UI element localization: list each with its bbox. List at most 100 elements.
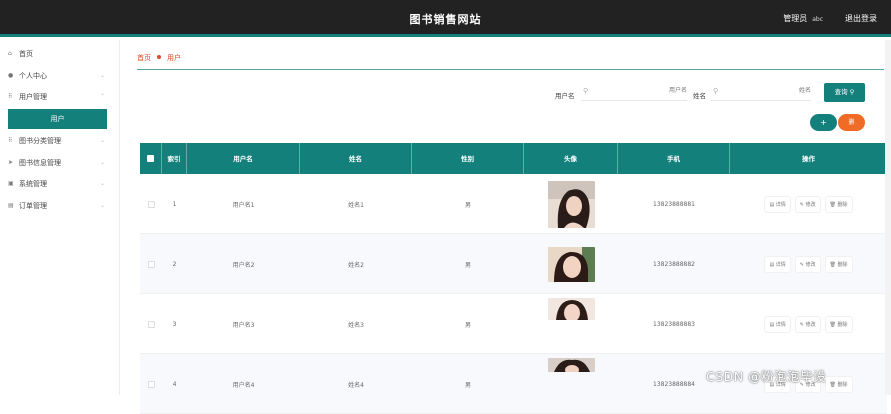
- avatar: [547, 180, 595, 228]
- logout-button[interactable]: 退出登录: [845, 13, 877, 24]
- table-row: 3 用户名3 姓名3 男 13823888883 ▤ 详情 ✎ 修改 🗑 删除: [140, 294, 887, 354]
- name-search-label: 姓名: [693, 92, 706, 100]
- username-search-field[interactable]: ⚲: [581, 85, 687, 101]
- row-phone: 13823888882: [653, 260, 695, 268]
- row-checkbox[interactable]: [147, 320, 155, 328]
- name-search-input[interactable]: [751, 87, 811, 94]
- chevron-up-icon: ⌃: [99, 93, 105, 100]
- username-search-input[interactable]: [627, 87, 687, 94]
- sidebar-item-label: 首页: [19, 50, 33, 58]
- add-button[interactable]: +: [810, 114, 837, 131]
- header-index: 索引: [162, 143, 187, 174]
- name-search-field[interactable]: ⚲: [711, 85, 811, 101]
- chevron-down-icon: ⌄: [99, 137, 105, 144]
- row-gender: 男: [464, 201, 471, 209]
- detail-button[interactable]: ▤ 详情: [765, 316, 790, 332]
- chevron-down-icon: ⌄: [99, 158, 105, 166]
- row-phone: 13823888883: [653, 320, 695, 328]
- delete-button[interactable]: 🗑 删除: [825, 316, 852, 332]
- sidebar-item-book-info[interactable]: ➤ 图书信息管理 ⌄: [0, 153, 119, 173]
- batch-delete-button[interactable]: 删: [838, 114, 865, 131]
- select-all-checkbox[interactable]: [147, 155, 154, 162]
- header-phone: 手机: [618, 143, 730, 174]
- detail-button[interactable]: ▤ 详情: [765, 196, 790, 212]
- delete-button[interactable]: 🗑 删除: [825, 196, 852, 212]
- sidebar-item-label: 系统管理: [19, 180, 47, 188]
- admin-label: 管理员: [783, 14, 808, 23]
- breadcrumb-current: 用户: [167, 54, 181, 62]
- row-gender: 男: [464, 381, 471, 389]
- sidebar-item-orders[interactable]: ▤ 订单管理 ⌄: [0, 196, 119, 216]
- sidebar-item-home[interactable]: ⌂ 首页: [0, 44, 119, 64]
- edit-button[interactable]: ✎ 修改: [795, 316, 820, 332]
- search-icon: ⚲: [713, 87, 719, 95]
- box-icon: ▣: [8, 180, 14, 187]
- detail-button[interactable]: ▤ 详情: [765, 256, 790, 272]
- header-actions: 操作: [802, 154, 815, 163]
- row-username: 用户名4: [232, 381, 255, 389]
- sidebar-item-label: 个人中心: [19, 71, 47, 80]
- scrollbar[interactable]: [885, 40, 891, 395]
- sidebar-item-profile[interactable]: ● 个人中心 ⌄: [0, 66, 119, 86]
- avatar: [547, 358, 595, 372]
- row-index: 3: [172, 320, 177, 328]
- row-name: 姓名4: [348, 381, 364, 389]
- chevron-down-icon: ⌄: [99, 201, 105, 209]
- edit-button[interactable]: ✎ 修改: [795, 196, 820, 212]
- row-username: 用户名3: [232, 321, 255, 329]
- header-avatar: 头像: [524, 143, 618, 174]
- sidebar-item-label: 图书信息管理: [19, 158, 61, 167]
- chevron-down-icon: ⌄: [99, 71, 105, 79]
- avatar-cell: [524, 294, 618, 354]
- send-icon: ➤: [8, 158, 14, 166]
- search-icon: ⚲: [849, 88, 855, 96]
- row-gender: 男: [464, 261, 471, 269]
- sidebar-item-system[interactable]: ▣ 系统管理 ⌄: [0, 174, 119, 194]
- watermark: CSDN @粉泡泡毕设: [706, 369, 827, 384]
- row-index: 2: [172, 260, 177, 268]
- breadcrumb-home[interactable]: 首页: [137, 54, 151, 62]
- sidebar-item-book-category[interactable]: ⠿ 图书分类管理 ⌄: [0, 131, 119, 151]
- row-name: 姓名3: [348, 321, 364, 329]
- table-header: 索引 用户名 姓名 性别 头像 手机 操作: [140, 143, 887, 174]
- sidebar-item-user-management[interactable]: ⠿ 用户管理 ⌃: [0, 87, 119, 107]
- avatar: [547, 298, 595, 320]
- row-index: 1: [172, 200, 177, 208]
- sidebar: ⌂ 首页 ● 个人中心 ⌄ ⠿ 用户管理 ⌃ 用户 ⠿ 图书分类管理 ⌄ ➤ 图…: [0, 40, 120, 395]
- row-actions: ▤ 详情 ✎ 修改 🗑 删除: [730, 174, 887, 234]
- row-name: 姓名1: [348, 201, 364, 209]
- delete-button[interactable]: 🗑 删除: [825, 256, 852, 272]
- query-button[interactable]: 查询 ⚲: [824, 83, 865, 102]
- breadcrumb-divider: [137, 69, 884, 70]
- username-search-label: 用户名: [555, 92, 575, 100]
- delete-button[interactable]: 🗑 删除: [825, 376, 852, 392]
- table-row: 2 用户名2 姓名2 男 13823888882 ▤ 详情 ✎ 修改 🗑 删除: [140, 234, 887, 294]
- row-index: 4: [172, 380, 177, 388]
- edit-button[interactable]: ✎ 修改: [795, 256, 820, 272]
- row-actions: ▤ 详情 ✎ 修改 🗑 删除: [730, 234, 887, 294]
- main-content: 首页 用户 用户名 ⚲ 姓名 ⚲ 查询 ⚲ + 删 索引 用户名 姓名 性别 头像…: [121, 40, 891, 414]
- header-gender: 性别: [412, 143, 524, 174]
- breadcrumb-dot-icon: [157, 55, 161, 59]
- row-checkbox[interactable]: [147, 260, 155, 268]
- user-icon: ●: [8, 71, 14, 79]
- row-checkbox[interactable]: [147, 380, 155, 388]
- row-gender: 男: [464, 321, 471, 329]
- select-all-cell[interactable]: [140, 143, 162, 174]
- grid-icon: ⠿: [8, 137, 13, 144]
- avatar: [547, 246, 595, 282]
- list-icon: ▤: [8, 201, 14, 209]
- breadcrumb: 首页 用户: [137, 53, 181, 63]
- avatar-cell: [524, 354, 618, 414]
- site-title: 图书销售网站: [409, 13, 482, 26]
- avatar-cell: [524, 234, 618, 294]
- row-username: 用户名2: [232, 261, 255, 269]
- sidebar-item-label: 图书分类管理: [19, 137, 61, 145]
- header-name: 姓名: [300, 143, 412, 174]
- row-checkbox[interactable]: [147, 200, 155, 208]
- top-bar: 图书销售网站 管理员 abc 退出登录: [0, 0, 891, 37]
- header-username: 用户名: [187, 143, 300, 174]
- sidebar-subitem-users[interactable]: 用户: [8, 109, 107, 129]
- sidebar-item-label: 用户管理: [19, 93, 47, 101]
- row-actions: ▤ 详情 ✎ 修改 🗑 删除: [730, 294, 887, 354]
